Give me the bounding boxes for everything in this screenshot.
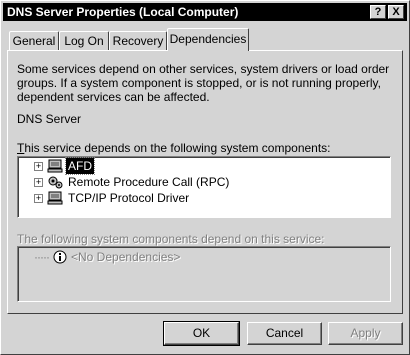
properties-dialog: DNS Server Properties (Local Computer) ?… [0,0,410,355]
dependents-label: The following system components depend o… [17,232,325,246]
service-name: DNS Server [17,112,82,126]
depends-on-label: This service depends on the following sy… [17,141,331,155]
service-gears-icon [48,176,63,189]
depends-on-label-text: his service depends on the following sys… [24,141,331,155]
ok-button[interactable]: OK [163,321,240,346]
expand-icon[interactable]: + [34,162,43,171]
tab-general[interactable]: General [9,31,59,51]
tab-recovery[interactable]: Recovery [109,31,167,51]
depends-on-tree[interactable]: + AFD + Remote Procedure Call (RPC) + TC… [17,156,391,218]
title-bar[interactable]: DNS Server Properties (Local Computer) ?… [3,3,407,21]
close-button[interactable]: X [388,5,404,19]
help-button[interactable]: ? [370,5,386,19]
driver-icon [47,191,63,205]
tab-dependencies[interactable]: Dependencies [167,28,249,51]
tab-log-on[interactable]: Log On [59,31,109,51]
driver-icon [47,159,63,173]
expand-icon[interactable]: + [34,194,43,203]
cancel-button[interactable]: Cancel [247,322,322,345]
window-title: DNS Server Properties (Local Computer) [7,5,239,19]
tree-item-label: <No Dependencies> [71,250,181,264]
apply-button[interactable]: Apply [328,322,403,345]
info-icon [53,250,67,264]
tree-item-label: Remote Procedure Call (RPC) [68,175,230,189]
tree-connector: ····· [34,250,50,264]
tree-item-label: AFD [65,157,95,175]
expand-icon[interactable]: + [34,178,43,187]
tree-item-label: TCP/IP Protocol Driver [68,191,190,205]
dependencies-description: Some services depend on other services, … [17,62,390,104]
dependents-tree[interactable]: ····· <No Dependencies> [17,246,391,302]
